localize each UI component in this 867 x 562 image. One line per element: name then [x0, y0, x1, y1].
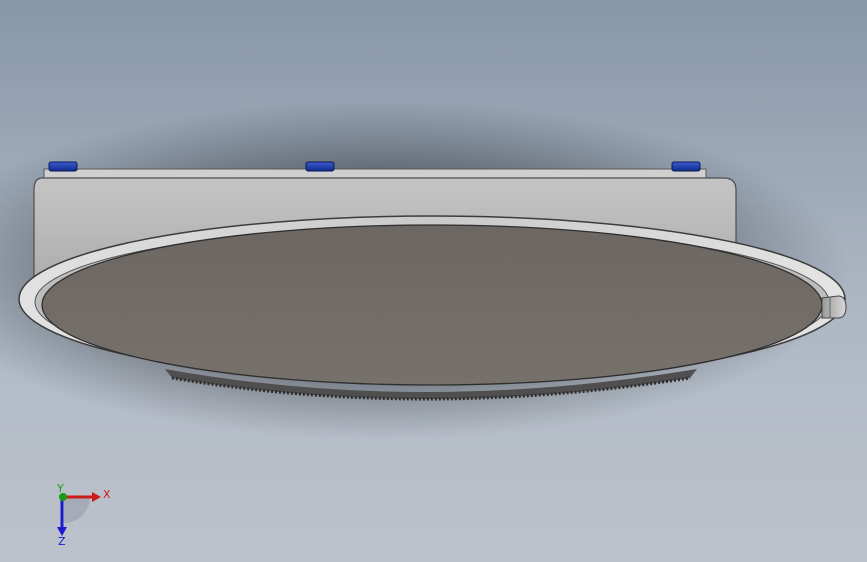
- x-axis-label: X: [103, 488, 111, 501]
- model-canvas[interactable]: X Y Z: [0, 0, 867, 562]
- graphics-viewport[interactable]: X Y Z: [0, 0, 867, 562]
- fastener-center[interactable]: [305, 161, 335, 172]
- fastener-left[interactable]: [48, 161, 78, 172]
- lens-face[interactable]: [41, 224, 823, 386]
- z-axis-label: Z: [58, 535, 66, 548]
- fastener-right[interactable]: [671, 161, 701, 172]
- triad-quadrant: [64, 497, 90, 523]
- orientation-triad[interactable]: X Y Z: [56, 482, 111, 548]
- x-axis-arrow: [92, 492, 101, 502]
- y-axis-label: Y: [56, 482, 64, 495]
- side-knob[interactable]: [821, 295, 847, 319]
